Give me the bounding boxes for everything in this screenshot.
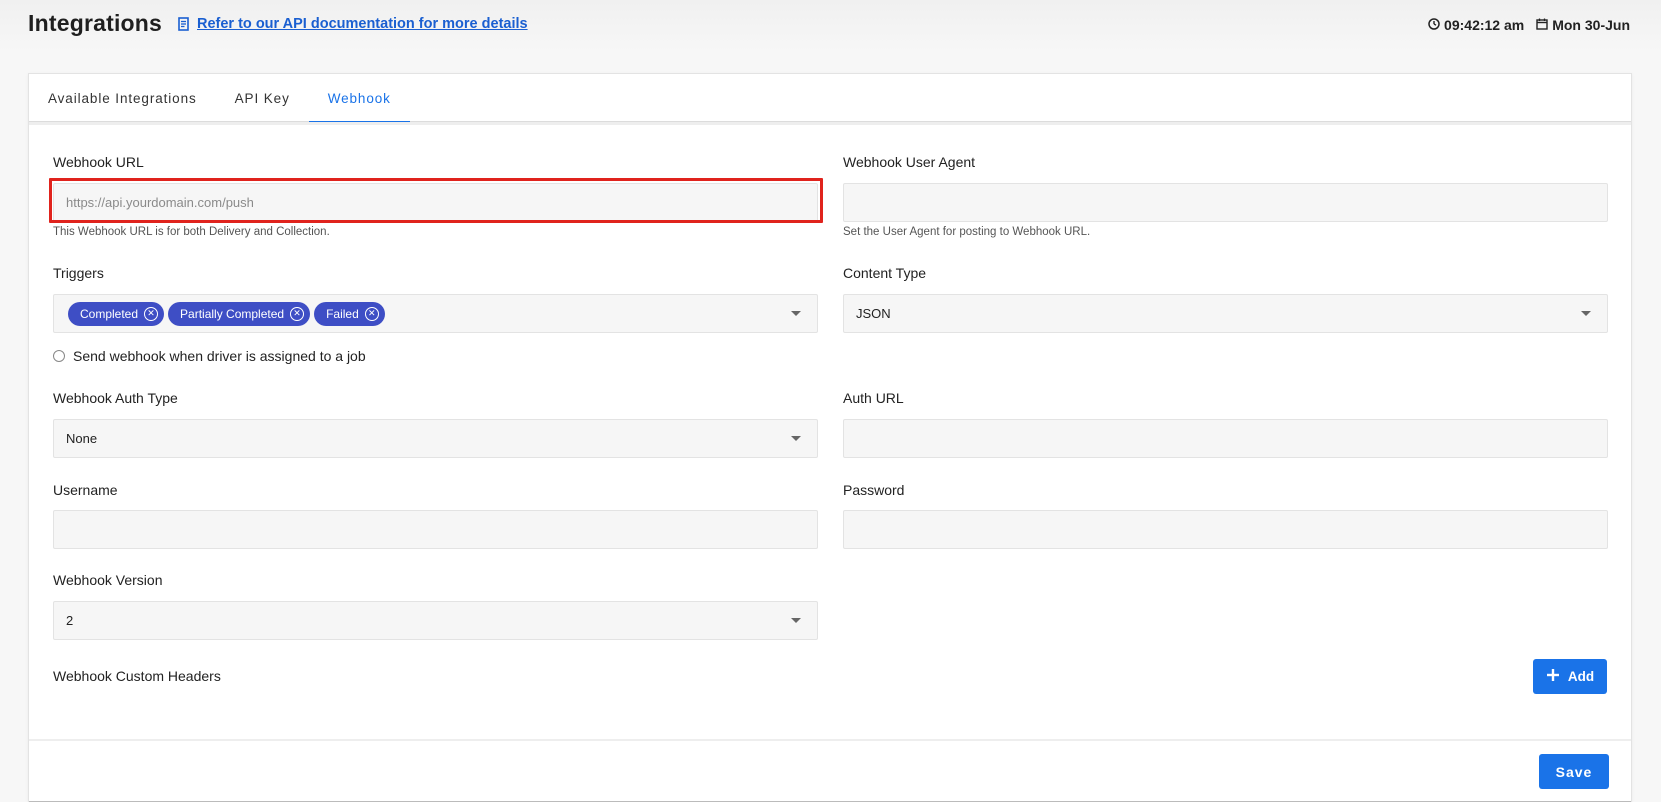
current-date: Mon 30-Jun [1552,17,1630,33]
triggers-label: Triggers [53,265,104,281]
remove-chip-icon[interactable]: ✕ [290,306,305,321]
document-icon [178,17,190,31]
webhook-version-value: 2 [66,613,74,628]
integrations-card: Available Integrations API Key Webhook W… [28,73,1632,802]
chevron-down-icon[interactable] [791,436,801,441]
content-type-value: JSON [856,306,891,321]
chip-label: Partially Completed [180,306,285,321]
auth-type-label: Webhook Auth Type [53,390,178,406]
add-header-button[interactable]: Add [1533,659,1607,694]
clock-icon [1428,17,1440,33]
current-time: 09:42:12 am [1444,17,1525,33]
webhook-url-input[interactable]: https://api.yourdomain.com/push [53,183,818,222]
username-label: Username [53,482,118,498]
auth-url-input[interactable] [843,419,1608,458]
driver-assigned-option[interactable]: Send webhook when driver is assigned to … [53,348,366,364]
username-input[interactable] [53,510,818,549]
custom-headers-label: Webhook Custom Headers [53,668,221,684]
driver-assigned-checkbox[interactable] [53,350,65,362]
content-type-select[interactable]: JSON [843,294,1608,333]
webhook-url-label: Webhook URL [53,154,144,170]
top-bar: Integrations Refer to our API documentat… [0,0,1661,52]
calendar-icon [1536,17,1548,33]
remove-chip-icon[interactable]: ✕ [144,306,159,321]
tab-bar: Available Integrations API Key Webhook [29,74,1631,123]
user-agent-label: Webhook User Agent [843,154,976,170]
trigger-chip-failed: Failed ✕ [314,301,385,326]
auth-type-value: None [66,431,98,446]
trigger-chip-partially-completed: Partially Completed ✕ [168,301,311,326]
webhook-url-placeholder: https://api.yourdomain.com/push [66,195,254,210]
password-input[interactable] [843,510,1608,549]
chevron-down-icon[interactable] [791,311,801,316]
chip-label: Completed [80,306,139,321]
tab-webhook[interactable]: Webhook [308,74,410,123]
chip-label: Failed [326,306,359,321]
auth-url-label: Auth URL [843,390,904,406]
tab-api-key[interactable]: API Key [216,74,309,122]
webhook-version-label: Webhook Version [53,572,163,588]
add-header-label: Add [1567,669,1595,684]
save-button[interactable]: Save [1539,754,1609,789]
api-docs-link-label[interactable]: Refer to our API documentation for more … [197,16,528,32]
page-title: Integrations [28,10,163,36]
webhook-version-select[interactable]: 2 [53,601,818,640]
driver-assigned-label: Send webhook when driver is assigned to … [73,348,366,364]
plus-icon [1546,668,1560,685]
password-label: Password [843,482,905,498]
tab-divider [29,122,1631,125]
tab-available-integrations[interactable]: Available Integrations [29,74,216,122]
remove-chip-icon[interactable]: ✕ [364,306,379,321]
datetime-display: 09:42:12 am Mon 30-Jun [1428,17,1630,33]
api-docs-link[interactable]: Refer to our API documentation for more … [178,16,528,32]
trigger-chip-completed: Completed ✕ [68,301,165,326]
content-type-label: Content Type [843,265,927,281]
chevron-down-icon[interactable] [1581,311,1591,316]
footer-divider [29,739,1631,741]
auth-type-select[interactable]: None [53,419,818,458]
user-agent-input[interactable] [843,183,1608,222]
webhook-url-hint: This Webhook URL is for both Delivery an… [53,226,330,238]
triggers-select[interactable]: Completed ✕ Partially Completed ✕ Failed… [53,294,818,333]
user-agent-hint: Set the User Agent for posting to Webhoo… [843,226,1091,238]
trigger-chips: Completed ✕ Partially Completed ✕ Failed… [67,301,389,326]
chevron-down-icon[interactable] [791,618,801,623]
